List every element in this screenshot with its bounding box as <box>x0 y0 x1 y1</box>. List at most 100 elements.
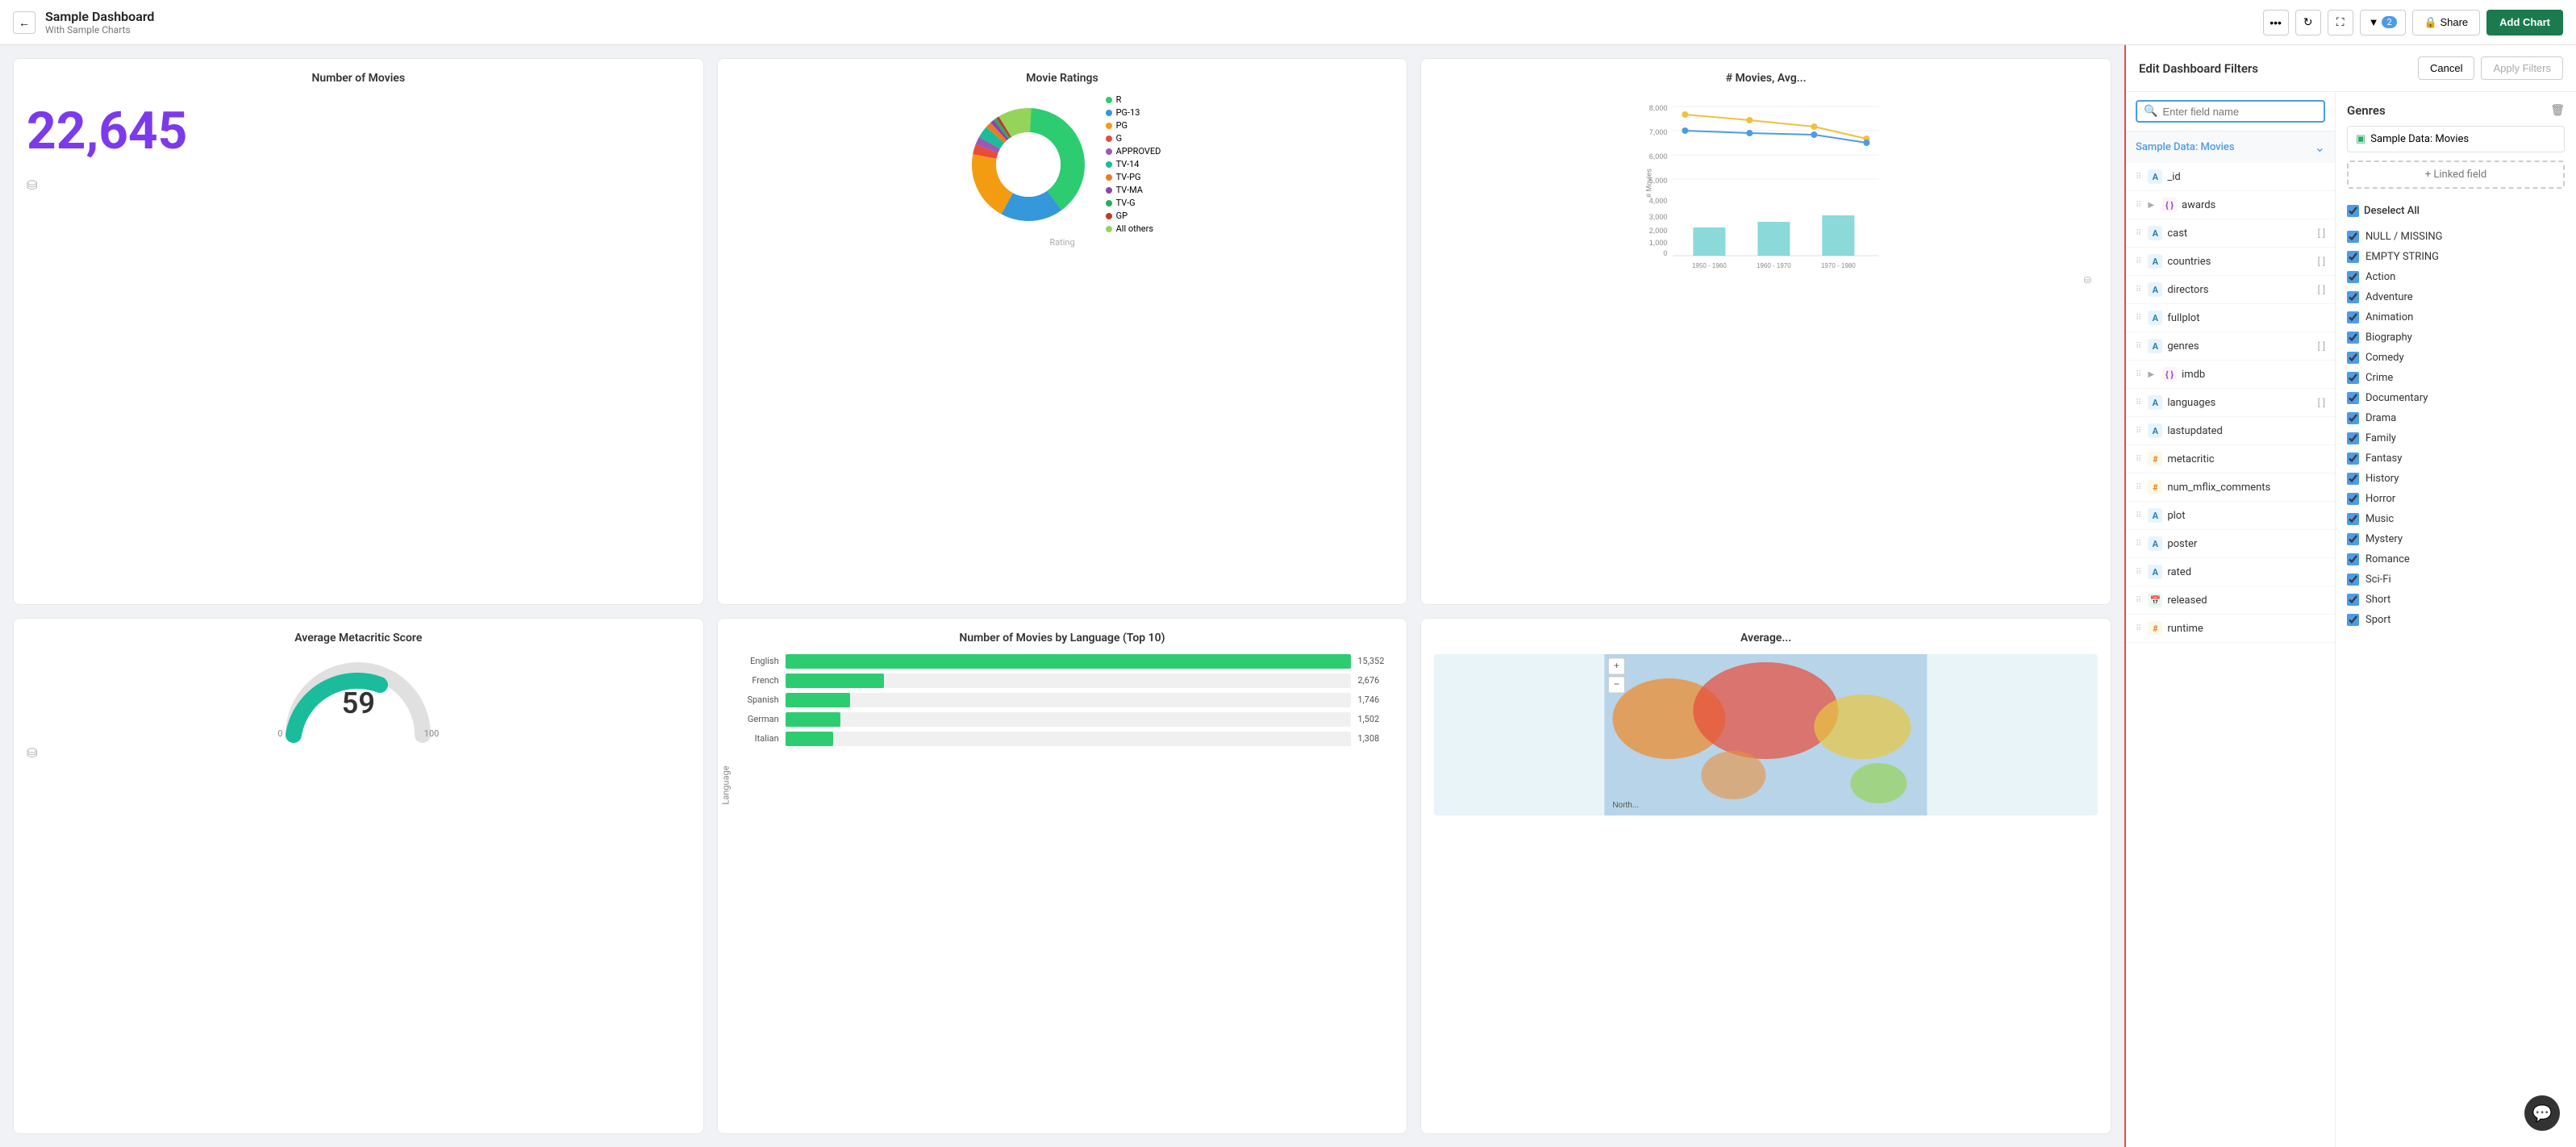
option-checkbox-fantasy[interactable] <box>2347 453 2359 465</box>
chevron-down-icon: ⌄ <box>2315 140 2325 155</box>
gauge-max: 100 <box>424 728 440 739</box>
gauge-labels: 0 100 <box>277 728 439 739</box>
field-item-lastupdated[interactable]: ⠿ A lastupdated <box>2126 417 2335 445</box>
option-checkbox-null[interactable] <box>2347 231 2359 243</box>
legend-item-pg13: PG-13 <box>1106 107 1161 118</box>
option-fantasy: Fantasy <box>2347 448 2565 469</box>
option-checkbox-family[interactable] <box>2347 432 2359 444</box>
legend-dot-r <box>1106 97 1112 103</box>
linked-field-button[interactable]: + Linked field <box>2347 161 2565 189</box>
field-type-string-icon: A <box>2148 169 2162 184</box>
option-null-missing: NULL / MISSING <box>2347 227 2565 247</box>
option-short: Short <box>2347 590 2565 610</box>
option-checkbox-documentary[interactable] <box>2347 392 2359 404</box>
datasource-header[interactable]: Sample Data: Movies ⌄ <box>2126 131 2335 163</box>
option-checkbox-music[interactable] <box>2347 513 2359 525</box>
field-type-string-icon: A <box>2148 395 2162 410</box>
num-movies-card: Number of Movies 22,645 ⛁ <box>13 58 704 605</box>
expand-arrow-icon: ▶ <box>2148 370 2154 379</box>
legend-dot-tvg <box>1106 200 1112 206</box>
drag-icon: ⠿ <box>2136 370 2141 379</box>
chat-bubble[interactable]: 💬 <box>2524 1095 2560 1131</box>
dashboard-subtitle: With Sample Charts <box>45 24 2253 35</box>
option-checkbox-mystery[interactable] <box>2347 533 2359 545</box>
option-checkbox-sport[interactable] <box>2347 614 2359 626</box>
share-button[interactable]: 🔒 Share <box>2412 10 2481 35</box>
option-comedy: Comedy <box>2347 348 2565 368</box>
bar-row-english: English 15,352 <box>731 654 1394 669</box>
filter-options-column: Genres 🗑 ▣ Sample Data: Movies + Linked … <box>2336 92 2576 1147</box>
gauge-min: 0 <box>277 728 282 739</box>
field-item-plot[interactable]: ⠿ A plot <box>2126 502 2335 530</box>
option-checkbox-animation[interactable] <box>2347 311 2359 323</box>
field-list-column: 🔍 Sample Data: Movies ⌄ ⠿ A _id <box>2126 92 2336 1147</box>
more-button[interactable]: ••• <box>2263 10 2289 35</box>
legend-dot-tv14 <box>1106 161 1112 168</box>
refresh-button[interactable]: ↻ <box>2295 10 2321 35</box>
option-checkbox-drama[interactable] <box>2347 412 2359 424</box>
apply-filters-button[interactable]: Apply Filters <box>2481 56 2563 80</box>
bar-chart-horizontal: English 15,352 French 2,676 <box>731 654 1394 746</box>
datasource-tag-label: Sample Data: Movies <box>2370 133 2469 145</box>
option-checkbox-scifi[interactable] <box>2347 574 2359 586</box>
gauge-container: 59 0 100 <box>27 654 690 739</box>
field-item-cast[interactable]: ⠿ A cast [ ] <box>2126 219 2335 248</box>
legend-item-pg: PG <box>1106 120 1161 131</box>
option-checkbox-adventure[interactable] <box>2347 291 2359 303</box>
field-item-languages[interactable]: ⠿ A languages [ ] <box>2126 389 2335 417</box>
drag-icon: ⠿ <box>2136 398 2141 407</box>
option-checkbox-action[interactable] <box>2347 271 2359 283</box>
field-item-genres[interactable]: ⠿ A genres [ ] <box>2126 332 2335 361</box>
field-type-number-icon: # <box>2148 452 2162 466</box>
filter-button[interactable]: ▼ 2 <box>2360 10 2406 35</box>
option-checkbox-history[interactable] <box>2347 473 2359 485</box>
panel-actions: Cancel Apply Filters <box>2418 56 2563 80</box>
option-checkbox-short[interactable] <box>2347 594 2359 606</box>
field-item-poster[interactable]: ⠿ A poster <box>2126 530 2335 558</box>
bar-row-spanish: Spanish 1,746 <box>731 693 1394 707</box>
metacritic-title: Average Metacritic Score <box>27 632 690 644</box>
field-item-rated[interactable]: ⠿ A rated <box>2126 558 2335 586</box>
cancel-button[interactable]: Cancel <box>2418 56 2474 80</box>
option-checkbox-biography[interactable] <box>2347 332 2359 344</box>
field-type-string-icon: A <box>2148 226 2162 240</box>
svg-text:7,000: 7,000 <box>1649 128 1668 136</box>
field-item-directors[interactable]: ⠿ A directors [ ] <box>2126 276 2335 304</box>
option-checkbox-crime[interactable] <box>2347 372 2359 384</box>
datasource-tag: ▣ Sample Data: Movies <box>2347 126 2565 152</box>
svg-text:3,000: 3,000 <box>1649 213 1668 221</box>
field-item-runtime[interactable]: ⠿ # runtime <box>2126 615 2335 643</box>
add-chart-button[interactable]: Add Chart <box>2486 10 2563 35</box>
legend-item-tvpg: TV-PG <box>1106 172 1161 182</box>
field-type-string-icon: A <box>2148 254 2162 269</box>
search-input[interactable] <box>2162 106 2317 118</box>
donut-container: R PG-13 PG G <box>731 94 1394 234</box>
option-scifi: Sci-Fi <box>2347 569 2565 590</box>
field-item-awards[interactable]: ⠿ ▶ { } awards <box>2126 191 2335 219</box>
trash-icon[interactable]: 🗑 <box>2550 104 2565 117</box>
movies-avg-card: # Movies, Avg... 8,000 7,000 6,000 5,000… <box>1420 58 2111 605</box>
fullscreen-button[interactable]: ⛶ <box>2328 10 2353 35</box>
search-box: 🔍 <box>2126 92 2335 131</box>
field-item-imdb[interactable]: ⠿ ▶ { } imdb <box>2126 361 2335 389</box>
legend-dot-gp <box>1106 213 1112 219</box>
option-checkbox-comedy[interactable] <box>2347 352 2359 364</box>
field-item-fullplot[interactable]: ⠿ A fullplot <box>2126 304 2335 332</box>
deselect-all-checkbox[interactable] <box>2347 205 2359 217</box>
back-button[interactable]: ← <box>13 11 35 34</box>
field-item-released[interactable]: ⠿ 📅 released <box>2126 586 2335 615</box>
option-documentary: Documentary <box>2347 388 2565 408</box>
option-checkbox-horror[interactable] <box>2347 493 2359 505</box>
drag-icon: ⠿ <box>2136 624 2141 633</box>
field-type-number-icon: # <box>2148 480 2162 494</box>
option-checkbox-romance[interactable] <box>2347 553 2359 565</box>
deselect-all-row[interactable]: Deselect All <box>2347 200 2565 222</box>
field-item-countries[interactable]: ⠿ A countries [ ] <box>2126 248 2335 276</box>
field-item-id[interactable]: ⠿ A _id <box>2126 163 2335 191</box>
option-empty-string: EMPTY STRING <box>2347 247 2565 267</box>
field-item-metacritic[interactable]: ⠿ # metacritic <box>2126 445 2335 473</box>
legend-item-approved: APPROVED <box>1106 146 1161 156</box>
svg-text:6,000: 6,000 <box>1649 152 1668 161</box>
field-item-num-mflix[interactable]: ⠿ # num_mflix_comments <box>2126 473 2335 502</box>
option-checkbox-empty[interactable] <box>2347 251 2359 263</box>
